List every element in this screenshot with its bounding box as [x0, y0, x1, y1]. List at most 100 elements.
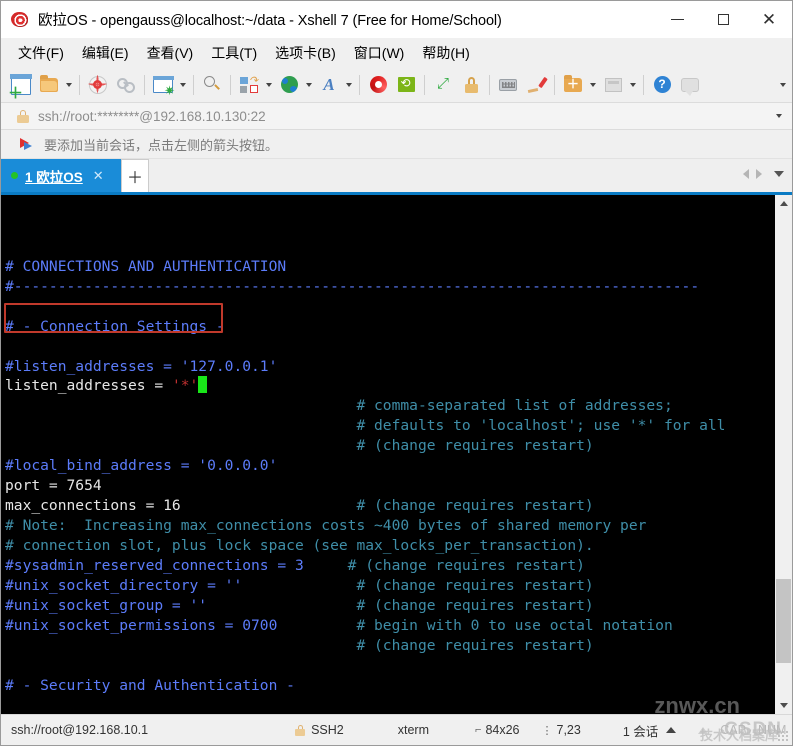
terminal-output[interactable]: # CONNECTIONS AND AUTHENTICATION #-------… — [1, 195, 774, 714]
tab-euler-os[interactable]: 1 欧拉OS ✕ — [1, 159, 121, 192]
highlight-pen-icon[interactable] — [522, 71, 550, 98]
file-transfer-icon[interactable]: ↷ — [235, 71, 263, 98]
toolbar-separator — [554, 74, 555, 95]
add-folder-icon[interactable] — [559, 71, 587, 98]
terminal-line: #unix_socket_group = '' # (change requir… — [5, 596, 774, 616]
terminal-line: #unix_socket_permissions = 0700 # begin … — [5, 616, 774, 636]
toolbar-overflow-icon[interactable] — [780, 67, 786, 102]
terminal-cursor — [198, 376, 208, 394]
terminal-line: #---------------------------------------… — [5, 277, 774, 297]
red-swirl-icon[interactable] — [364, 71, 392, 98]
menu-help[interactable]: 帮助(H) — [413, 40, 478, 66]
terminal-text: # (change requires restart) — [242, 576, 594, 594]
tab-prev-icon[interactable] — [743, 169, 749, 179]
terminal-text: # (change requires restart) — [180, 497, 594, 515]
scroll-down-icon[interactable] — [775, 697, 792, 714]
terminal-text: # (change requires restart) — [5, 636, 594, 654]
terminal-line: # - Security and Authentication - — [5, 676, 774, 696]
add-folder-dropdown-icon[interactable] — [587, 71, 599, 98]
terminal-text: # - Security and Authentication - — [5, 676, 295, 694]
terminal-text: port = 7654 — [5, 477, 102, 495]
minimize-button[interactable] — [654, 1, 700, 38]
terminal-text: # Note: Increasing max_connections costs… — [5, 517, 647, 535]
find-icon[interactable] — [198, 71, 226, 98]
menu-tabs[interactable]: 选项卡(B) — [266, 40, 345, 66]
terminal-line: # (change requires restart) — [5, 436, 774, 456]
terminal-text: # (change requires restart) — [5, 437, 594, 455]
terminal-text: '*' — [171, 377, 199, 395]
tab-list-icon[interactable] — [774, 171, 784, 177]
maximize-button[interactable] — [700, 1, 746, 38]
reconnect-icon[interactable] — [112, 71, 140, 98]
toolbar-separator — [230, 74, 231, 95]
fullscreen-icon[interactable]: ⤢ — [429, 71, 457, 98]
menu-bar: 文件(F) 编辑(E) 查看(V) 工具(T) 选项卡(B) 窗口(W) 帮助(… — [1, 38, 792, 67]
xshell-window: 欧拉OS - opengauss@localhost:~/data - Xshe… — [0, 0, 793, 746]
scrollbar-thumb[interactable] — [776, 579, 791, 663]
menu-tools[interactable]: 工具(T) — [202, 40, 266, 66]
toolbar-separator — [144, 74, 145, 95]
terminal-text: #unix_socket_permissions = 0700 — [5, 616, 278, 634]
terminal-text: #local_bind_address = '0.0.0.0' — [5, 457, 278, 475]
tab-next-icon[interactable] — [756, 169, 762, 179]
open-folder-dropdown-icon[interactable] — [63, 71, 75, 98]
address-bar[interactable]: ssh://root:********@192.168.10.130:22 — [1, 103, 792, 130]
file-transfer-dropdown-icon[interactable] — [263, 71, 275, 98]
menu-edit[interactable]: 编辑(E) — [73, 40, 138, 66]
tab-status-dot — [11, 172, 18, 179]
tab-label: 1 欧拉OS — [25, 169, 83, 185]
chat-icon[interactable] — [676, 71, 704, 98]
globe-icon[interactable] — [275, 71, 303, 98]
terminal-text: #unix_socket_directory = '' — [5, 576, 243, 594]
terminal-line: # Note: Increasing max_connections costs… — [5, 516, 774, 536]
terminal-line: #listen_addresses = '127.0.0.1' — [5, 357, 774, 377]
status-indicators: CAP NUM — [698, 723, 786, 737]
menu-view[interactable]: 查看(V) — [138, 40, 203, 66]
green-app-icon[interactable] — [392, 71, 420, 98]
snail-icon — [9, 9, 31, 31]
terminal-scrollbar[interactable] — [774, 195, 792, 714]
toolbar-separator — [424, 74, 425, 95]
window-title: 欧拉OS - opengauss@localhost:~/data - Xshe… — [38, 13, 502, 29]
layout-icon[interactable] — [599, 71, 627, 98]
status-size: ⌐ 84x26 — [475, 723, 520, 737]
properties-dropdown-icon[interactable] — [177, 71, 189, 98]
menu-file[interactable]: 文件(F) — [9, 40, 73, 66]
toolbar-separator — [643, 74, 644, 95]
new-session-icon[interactable] — [7, 71, 35, 101]
menu-window[interactable]: 窗口(W) — [345, 40, 414, 66]
layout-dropdown-icon[interactable] — [627, 71, 639, 98]
properties-icon[interactable] — [149, 71, 177, 98]
address-url: ssh://root:********@192.168.10.130:22 — [38, 108, 266, 124]
scroll-up-icon[interactable] — [775, 195, 792, 212]
lock-icon[interactable] — [457, 71, 485, 98]
new-tab-button[interactable]: ＋ — [121, 159, 149, 192]
status-sessions[interactable]: 1 会话 — [623, 721, 677, 740]
terminal-line: # connection slot, plus lock space (see … — [5, 536, 774, 556]
keyboard-icon[interactable] — [494, 71, 522, 98]
terminal-text: #listen_addresses = '127.0.0.1' — [5, 357, 278, 375]
terminal-text: #---------------------------------------… — [5, 277, 700, 295]
terminal-text: #unix_socket_group = '' — [5, 596, 208, 614]
status-cursor-position: ⋮ 7,23 — [542, 723, 581, 737]
open-folder-icon[interactable] — [35, 71, 63, 98]
address-dropdown-icon[interactable] — [776, 103, 782, 129]
scrollbar-track[interactable] — [775, 212, 792, 697]
close-button[interactable]: ✕ — [746, 1, 792, 38]
font-dropdown-icon[interactable] — [343, 71, 355, 98]
resize-grip[interactable] — [777, 730, 788, 741]
tab-close-icon[interactable]: ✕ — [93, 169, 104, 182]
toolbar: ↷ A ⤢ ? — [1, 67, 792, 103]
disconnect-icon[interactable] — [84, 71, 112, 98]
font-icon[interactable]: A — [315, 71, 343, 98]
terminal-text: # connection slot, plus lock space (see … — [5, 536, 594, 554]
flag-icon — [19, 137, 36, 152]
window-controls: ✕ — [654, 1, 792, 38]
sessions-expand-icon[interactable] — [666, 727, 677, 733]
terminal-line: # - Connection Settings - — [5, 317, 774, 337]
terminal-text: # (change requires restart) — [207, 596, 594, 614]
help-icon[interactable]: ? — [648, 71, 676, 98]
globe-dropdown-icon[interactable] — [303, 71, 315, 98]
